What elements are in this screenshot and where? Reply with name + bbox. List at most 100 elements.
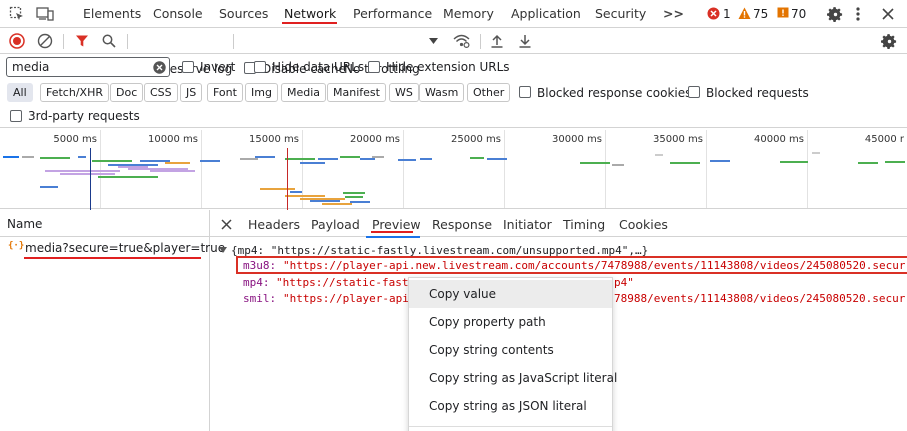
type-filter-other[interactable]: Other [467,83,511,102]
more-tabs-button[interactable]: >> [663,6,684,21]
preview-tab-indicator [366,236,420,238]
copy-json-literal-menu-item[interactable]: Copy string as JSON literal [409,392,612,420]
tab-headers[interactable]: Headers [248,217,300,232]
timeline-bar [322,203,352,205]
type-filter-all[interactable]: All [7,83,33,102]
invert-checkbox[interactable] [182,61,194,73]
devtools-tabbar: Elements Console Sources Network Perform… [0,0,907,28]
type-filter-fetch-xhr[interactable]: Fetch/XHR [40,83,109,102]
tab-console[interactable]: Console [153,6,203,21]
record-stop-icon[interactable] [9,33,25,49]
issues-count: 70 [791,7,807,21]
tab-preview[interactable]: Preview [372,217,421,232]
table-row[interactable]: {·} media?secure=true&player=true [0,238,225,260]
tab-timing[interactable]: Timing [563,217,605,232]
export-har-icon[interactable] [517,33,533,49]
tab-application[interactable]: Application [511,6,581,21]
timeline-bar [670,162,700,164]
error-icon[interactable] [707,7,720,20]
type-filter-wasm[interactable]: Wasm [419,83,465,102]
timeline-bar [343,192,365,194]
timeline-bar [40,186,58,188]
timeline-bar [240,158,258,160]
filter-input[interactable] [6,57,170,77]
timeline-bar [285,158,315,160]
tab-payload[interactable]: Payload [311,217,360,232]
timeline-gridline [403,130,404,208]
clear-icon[interactable] [37,33,53,49]
m3u8-value[interactable]: "https://player-api.new.livestream.com/a… [283,259,905,272]
chevron-down-icon[interactable] [428,36,438,46]
request-list: Name {·} media?secure=true&player=true [0,210,225,431]
copy-string-contents-menu-item[interactable]: Copy string contents [409,336,612,364]
hide-data-urls-checkbox[interactable] [254,61,266,73]
tab-initiator[interactable]: Initiator [503,217,552,232]
tab-sources[interactable]: Sources [219,6,268,21]
tab-cookies[interactable]: Cookies [619,217,668,232]
copy-js-literal-menu-item[interactable]: Copy string as JavaScript literal [409,364,617,392]
type-filter-img[interactable]: Img [245,83,278,102]
tab-security[interactable]: Security [595,6,646,21]
tab-network[interactable]: Network [284,6,336,21]
third-party-requests-checkbox[interactable] [10,110,22,122]
third-party-bar: 3rd-party requests [0,106,907,128]
error-count: 1 [723,7,731,21]
network-settings-gear-icon[interactable] [880,32,898,50]
search-icon[interactable] [101,33,117,49]
timeline-bar [710,160,730,162]
copy-value-menu-item[interactable]: Copy value [409,280,612,308]
tab-performance[interactable]: Performance [353,6,432,21]
mp4-value[interactable]: "https://static-fast [276,276,408,289]
type-filter-css[interactable]: CSS [144,83,178,102]
network-conditions-icon[interactable] [452,33,470,49]
timeline-gridline [807,130,808,208]
tab-elements[interactable]: Elements [83,6,141,21]
hide-extension-urls-checkbox[interactable] [368,61,380,73]
blocked-response-cookies-checkbox[interactable] [519,86,531,98]
timeline-tick-label: 10000 ms [148,134,198,145]
issues-icon[interactable] [777,7,789,19]
m3u8-key[interactable]: m3u8: [243,259,276,272]
timeline-gridline [100,130,101,208]
mp4-key[interactable]: mp4: [243,276,270,289]
tab-response[interactable]: Response [432,217,492,232]
type-filter-ws[interactable]: WS [389,83,419,102]
timeline-tick-label: 15000 ms [249,134,299,145]
tab-memory[interactable]: Memory [443,6,494,21]
type-filter-media[interactable]: Media [281,83,327,102]
filter-funnel-icon[interactable] [74,33,90,49]
toolbar-divider [63,34,64,49]
request-name[interactable]: media?secure=true&player=true [25,241,225,255]
request-list-header: Name [0,210,209,237]
type-filter-manifest[interactable]: Manifest [327,83,386,102]
timeline-bar [310,200,340,202]
timeline-bar [812,152,820,154]
blocked-requests-label: Blocked requests [706,86,809,100]
close-devtools-icon[interactable] [880,6,896,22]
import-har-icon[interactable] [489,33,505,49]
timeline-tick-label: 25000 ms [451,134,501,145]
inspect-element-icon[interactable] [8,6,26,22]
smil-value[interactable]: "https://player-api [283,292,409,305]
settings-gear-icon[interactable] [826,5,844,23]
expand-triangle-icon[interactable] [218,245,228,255]
dom-content-loaded-line [90,148,91,210]
timeline-tick-label: 35000 ms [653,134,703,145]
preview-tab-underline [371,231,413,233]
type-filter-js[interactable]: JS [180,83,203,102]
type-filter-font[interactable]: Font [207,83,243,102]
type-filter-doc[interactable]: Doc [110,83,144,102]
clear-filter-icon[interactable] [152,60,166,74]
device-toolbar-icon[interactable] [36,6,54,22]
close-detail-icon[interactable] [219,217,233,231]
timeline-bar [290,191,302,193]
name-column-header[interactable]: Name [7,217,42,231]
blocked-requests-checkbox[interactable] [688,86,700,98]
network-toolbar: Preserve log Disable cache No throttling [0,28,907,76]
smil-key[interactable]: smil: [243,292,276,305]
smil-value-tail: 78988/events/11143808/videos/245080520.s… [614,292,906,305]
timeline-bar [98,176,158,178]
kebab-menu-icon[interactable] [853,5,863,23]
copy-property-path-menu-item[interactable]: Copy property path [409,308,612,336]
warning-icon[interactable] [738,7,751,20]
